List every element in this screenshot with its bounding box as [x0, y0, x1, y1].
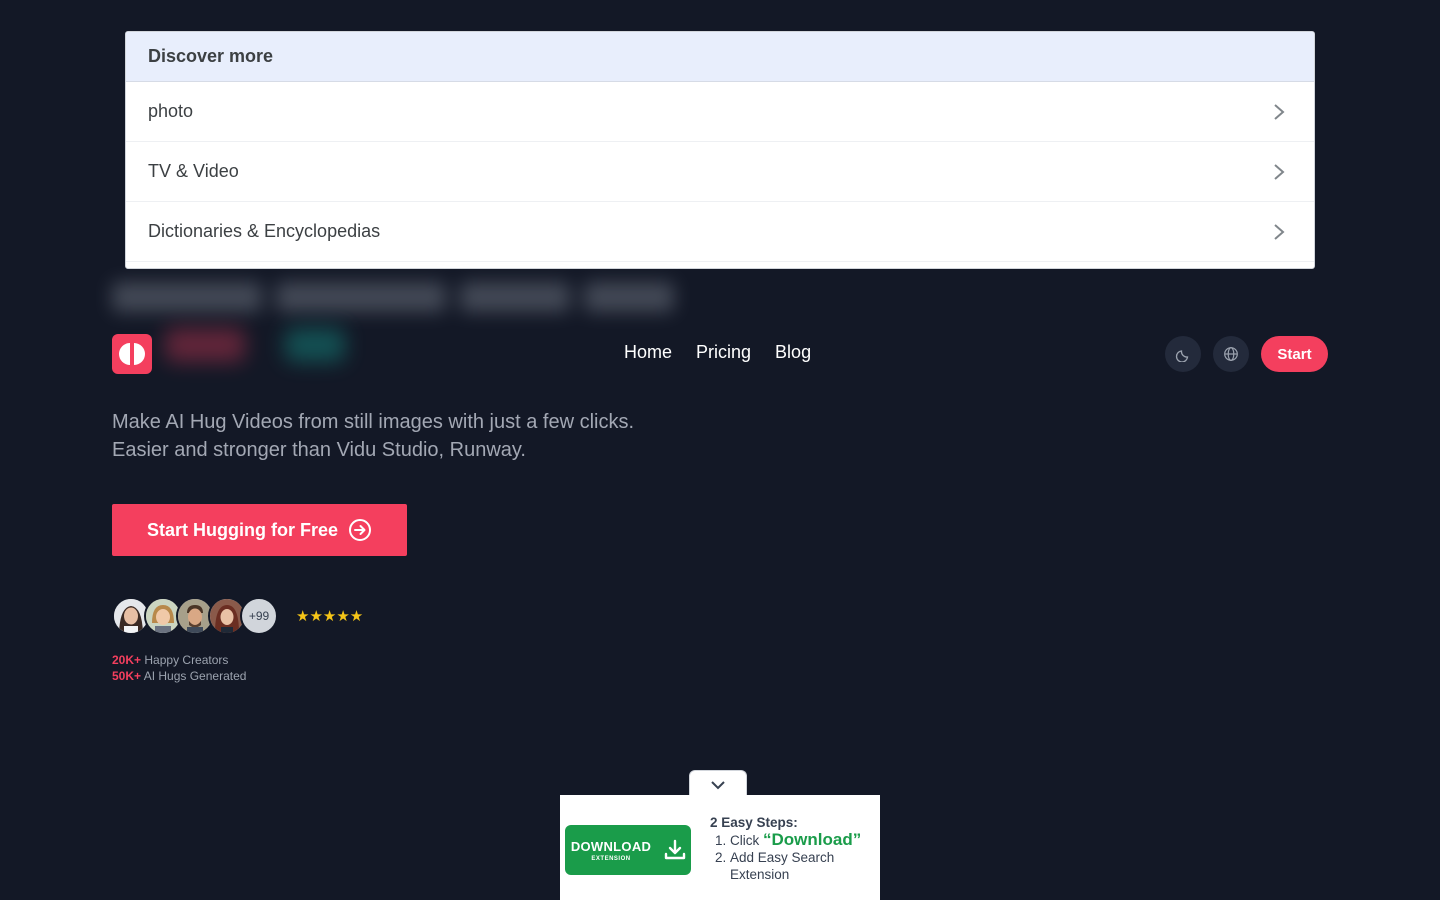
download-label: DOWNLOAD: [570, 838, 652, 854]
moon-icon: [1175, 350, 1189, 362]
discover-more-panel: Discover more photo TV & Video Dictionar…: [125, 31, 1315, 269]
install-steps: 2 Easy Steps: Click “Download” Add Easy …: [710, 814, 861, 883]
banner-collapse-tab[interactable]: [689, 770, 747, 798]
theme-toggle-button[interactable]: [1165, 336, 1201, 372]
stat-hugs-label: AI Hugs Generated: [143, 669, 247, 683]
blurred-subheadline: [165, 328, 385, 378]
language-button[interactable]: [1213, 336, 1249, 372]
download-extension-button[interactable]: DOWNLOAD EXTENSION: [565, 825, 691, 875]
chevron-right-icon: [1274, 103, 1285, 120]
chevron-right-icon: [1274, 163, 1285, 180]
rating-stars: ★★★★★: [296, 608, 364, 625]
step-1-text: Click: [730, 833, 763, 848]
brand-logo[interactable]: [112, 334, 152, 374]
nav-home-link[interactable]: Home: [624, 342, 672, 363]
globe-icon: [1224, 347, 1238, 361]
stat-hugs-value: 50K+: [112, 669, 142, 683]
start-button[interactable]: Start: [1261, 336, 1328, 372]
steps-title: 2 Easy Steps:: [710, 815, 798, 830]
nav-blog-link[interactable]: Blog: [775, 342, 811, 363]
download-sub-label: EXTENSION: [591, 855, 631, 862]
chevron-right-icon: [1274, 223, 1285, 240]
blurred-headline: [112, 282, 692, 322]
tagline-line-1: Make AI Hug Videos from still images wit…: [112, 411, 635, 433]
download-icon: [664, 839, 686, 860]
arrow-circle-right-icon: [349, 519, 371, 541]
discover-item-label: photo: [148, 101, 194, 121]
creator-avatars: +99: [112, 597, 278, 635]
step-1: Click “Download”: [730, 831, 861, 849]
discover-item-label: TV & Video: [148, 161, 239, 181]
nav-pricing-link[interactable]: Pricing: [696, 342, 751, 363]
avatar-more-count: +99: [240, 597, 278, 635]
discover-item-photo[interactable]: photo: [126, 82, 1314, 142]
stat-hugs: 50K+ AI Hugs Generated: [112, 668, 246, 684]
hero-tagline: Make AI Hug Videos from still images wit…: [112, 408, 732, 464]
chevron-down-icon: [711, 780, 725, 789]
step-2: Add Easy Search Extension: [730, 849, 850, 883]
stat-creators: 20K+ Happy Creators: [112, 652, 246, 668]
cta-label: Start Hugging for Free: [146, 519, 338, 540]
extension-banner: DOWNLOAD EXTENSION 2 Easy Steps: Click “…: [560, 795, 880, 900]
discover-more-title: Discover more: [126, 32, 1314, 82]
discover-item-label: Dictionaries & Encyclopedias: [148, 221, 381, 241]
discover-item-tv-video[interactable]: TV & Video: [126, 142, 1314, 202]
stat-creators-label: Happy Creators: [144, 653, 229, 667]
stats: 20K+ Happy Creators 50K+ AI Hugs Generat…: [112, 652, 246, 684]
download-text: DOWNLOAD EXTENSION: [571, 839, 651, 862]
main-nav: Home Pricing Blog: [624, 342, 811, 363]
stat-creators-value: 20K+: [112, 653, 142, 667]
start-hugging-button[interactable]: Start Hugging for Free: [112, 504, 407, 556]
discover-item-dictionaries[interactable]: Dictionaries & Encyclopedias: [126, 202, 1314, 262]
steps-list: Click “Download” Add Easy Search Extensi…: [710, 831, 861, 883]
tagline-line-2: Easier and stronger than Vidu Studio, Ru…: [112, 439, 526, 461]
step-1-highlight: “Download”: [763, 830, 862, 849]
logo-icon: [119, 343, 145, 365]
